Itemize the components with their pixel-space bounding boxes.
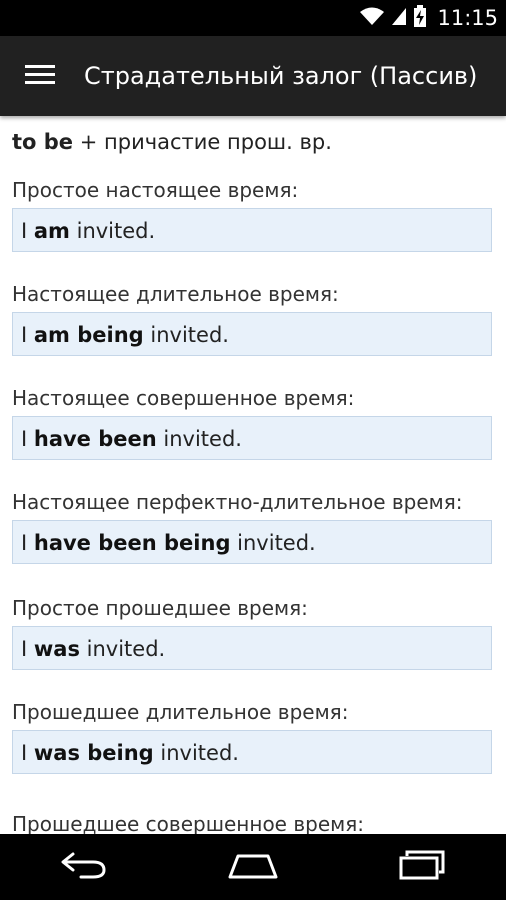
example-box: I am being invited.	[12, 312, 492, 356]
example-post: invited.	[143, 323, 229, 347]
tense-label: Прошедшее длительное время:	[12, 700, 349, 724]
page-title: Страдательный залог (Пассив)	[84, 62, 478, 90]
menu-button[interactable]	[16, 56, 64, 96]
example-bold: was being	[33, 741, 154, 765]
example-pre: I	[21, 219, 34, 243]
content-scroll[interactable]: to be + причастие прош. вр. Простое наст…	[0, 116, 506, 834]
navigation-bar	[0, 834, 506, 900]
tense-label: Простое прошедшее время:	[12, 596, 308, 620]
status-bar: 11:15	[0, 0, 506, 36]
example-post: invited.	[69, 219, 156, 243]
example-post: invited.	[156, 427, 242, 451]
status-icons: 11:15	[359, 0, 498, 36]
tense-label: Простое настоящее время:	[12, 178, 299, 202]
example-pre: I	[21, 427, 34, 451]
wifi-icon	[359, 6, 385, 30]
tense-section: Простое настоящее время: I am invited.	[12, 174, 496, 252]
example-box: I was invited.	[12, 626, 492, 670]
tense-section: Настоящее длительное время: I am being i…	[12, 278, 496, 356]
tense-section: Настоящее перфектно-длительное время: I …	[12, 486, 496, 564]
formula-bold: to be	[12, 130, 74, 154]
example-pre: I	[21, 323, 34, 347]
tense-section: Настоящее совершенное время: I have been…	[12, 382, 496, 460]
example-post: invited.	[153, 741, 239, 765]
example-box: I have been being invited.	[12, 520, 492, 564]
hamburger-menu-icon	[25, 63, 55, 89]
tense-label: Настоящее перфектно-длительное время:	[12, 490, 463, 514]
battery-charging-icon	[413, 5, 427, 31]
example-post: invited.	[79, 637, 166, 661]
status-time: 11:15	[437, 6, 498, 30]
signal-icon	[391, 6, 407, 30]
example-bold: have been	[33, 427, 157, 451]
formula: to be + причастие прош. вр.	[12, 130, 332, 154]
example-bold: was	[33, 637, 80, 661]
example-post: invited.	[230, 531, 316, 555]
recent-apps-icon	[397, 850, 447, 884]
tense-section: Простое прошедшее время: I was invited.	[12, 592, 496, 670]
back-icon	[59, 850, 109, 884]
example-box: I am invited.	[12, 208, 492, 252]
tense-label: Настоящее совершенное время:	[12, 386, 355, 410]
tense-label: Прошедшее совершенное время:	[12, 812, 364, 834]
tense-section: Прошедшее совершенное время:	[12, 808, 496, 834]
app-bar: Страдательный залог (Пассив)	[0, 36, 506, 116]
recent-apps-button[interactable]	[382, 842, 462, 892]
example-pre: I	[21, 531, 34, 555]
home-button[interactable]	[213, 842, 293, 892]
home-icon	[226, 850, 280, 884]
example-bold: have been being	[33, 531, 231, 555]
example-pre: I	[21, 637, 34, 661]
example-box: I have been invited.	[12, 416, 492, 460]
back-button[interactable]	[44, 842, 124, 892]
example-bold: am being	[33, 323, 144, 347]
formula-rest: + причастие прош. вр.	[73, 130, 332, 154]
example-box: I was being invited.	[12, 730, 492, 774]
tense-label: Настоящее длительное время:	[12, 282, 339, 306]
tense-section: Прошедшее длительное время: I was being …	[12, 696, 496, 774]
example-pre: I	[21, 741, 34, 765]
example-bold: am	[33, 219, 70, 243]
